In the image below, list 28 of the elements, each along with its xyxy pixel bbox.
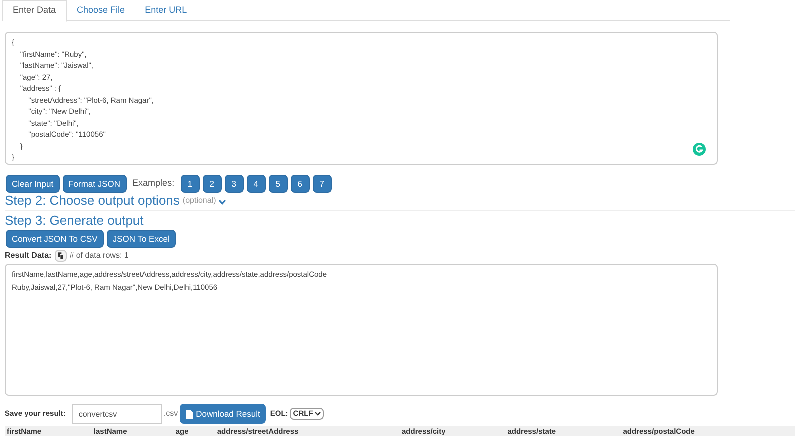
file-icon	[186, 410, 194, 418]
example-button[interactable]: 5	[268, 175, 288, 193]
step-heading: Step 2: Choose output options	[5, 193, 180, 209]
result-label: Result Data:	[5, 250, 52, 262]
row-count: # of data rows: 1	[70, 250, 129, 262]
download-button[interactable]: Download Result	[180, 404, 266, 424]
example-button[interactable]: 6	[290, 175, 310, 193]
filename-field[interactable]: convertcsv	[72, 404, 162, 424]
action-button[interactable]: Format JSON	[62, 175, 127, 193]
file-extension: .csv	[164, 408, 178, 420]
convert-button[interactable]: JSON To Excel	[106, 230, 176, 248]
example-button[interactable]: 1	[180, 175, 200, 193]
chevron-down-icon	[315, 412, 322, 416]
example-button[interactable]: 3	[224, 175, 244, 193]
example-button[interactable]: 7	[312, 175, 332, 193]
convert-button[interactable]: Convert JSON To CSV	[6, 230, 104, 248]
example-button[interactable]: 2	[202, 175, 222, 193]
grammar-check-icon[interactable]	[693, 143, 706, 156]
chevron-down-icon[interactable]	[219, 200, 226, 205]
action-button[interactable]: Clear Input	[6, 175, 60, 193]
optional-note: (optional)	[182, 195, 216, 207]
tab[interactable]: Choose File	[67, 0, 136, 22]
step-heading: Step 3: Generate output	[5, 213, 144, 228]
tab[interactable]: Enter URL	[135, 0, 198, 22]
example-button[interactable]: 4	[246, 175, 266, 193]
examples-label: Examples:	[132, 177, 175, 190]
tab[interactable]: Enter Data	[2, 0, 68, 22]
copy-icon[interactable]	[54, 250, 67, 262]
